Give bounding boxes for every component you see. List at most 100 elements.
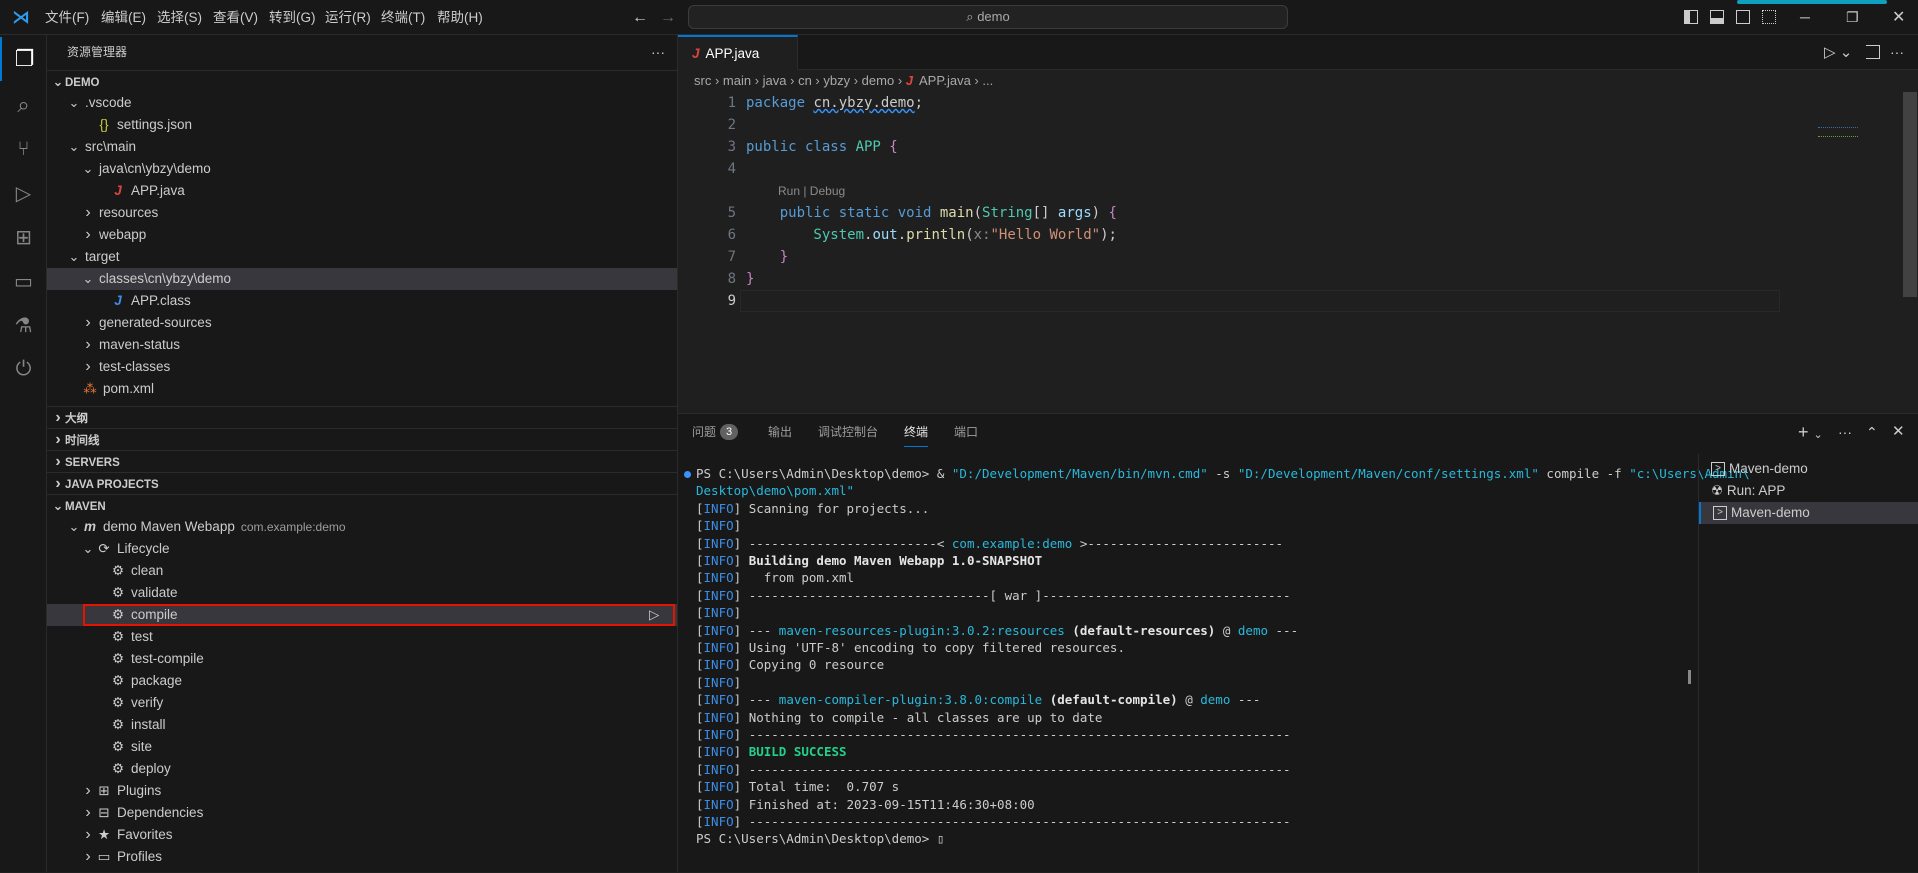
tree-item[interactable]: ⌄ java\cn\ybzy\demo — [47, 158, 677, 180]
tree-item[interactable]: ⁂ pom.xml — [47, 378, 677, 400]
source-control-icon[interactable]: ⑂ — [0, 127, 47, 171]
tree-item[interactable]: ⚙ verify — [47, 692, 677, 714]
breadcrumb-item[interactable]: ybzy — [823, 73, 850, 88]
split-editor-icon[interactable] — [1866, 45, 1880, 59]
panel-tab[interactable]: 输出 — [768, 414, 792, 450]
tree-item[interactable]: › ★ Favorites — [47, 824, 677, 846]
menu-item[interactable]: 文件(F) — [38, 0, 96, 35]
run-debug-icon[interactable]: ▷ — [0, 171, 47, 215]
terminal-list-item[interactable]: > Maven-demo — [1699, 458, 1918, 480]
tab-app-java[interactable]: J APP.java — [678, 35, 798, 70]
item-icon: J — [114, 293, 122, 308]
maximize-panel-icon[interactable]: ⌃ — [1866, 414, 1878, 450]
explorer-icon[interactable]: ❐ — [0, 37, 47, 81]
section-header[interactable]: › 大纲 — [47, 406, 677, 428]
tree-item[interactable]: › ⊞ Plugins — [47, 780, 677, 802]
menu-item[interactable]: 终端(T) — [374, 0, 432, 35]
tree-item[interactable]: ⚙ package — [47, 670, 677, 692]
code-editor[interactable]: 1 package cn.ybzy.demo; 2 3 public class APP… — [678, 92, 1788, 402]
editor-scrollbar[interactable] — [1903, 92, 1917, 297]
remote-explorer-icon[interactable]: ▭ — [0, 259, 47, 303]
tree-item[interactable]: › ▭ Profiles — [47, 846, 677, 868]
section-header[interactable]: › JAVA PROJECTS — [47, 472, 677, 494]
breadcrumb-item[interactable]: cn — [798, 73, 812, 88]
tree-item[interactable]: ⌄ .vscode — [47, 92, 677, 114]
tree-item[interactable]: ⚙ compile ▷ — [47, 604, 677, 626]
tree-item[interactable]: › ⊟ Dependencies — [47, 802, 677, 824]
menu-item[interactable]: 查看(V) — [206, 0, 265, 35]
code-token: String — [982, 205, 1033, 221]
terminal-list-item[interactable]: > Maven-demo — [1699, 502, 1918, 524]
customize-layout-icon[interactable] — [1762, 10, 1776, 24]
menu-item[interactable]: 帮助(H) — [430, 0, 490, 35]
spring-boot-icon[interactable]: ⏻ — [0, 347, 47, 391]
breadcrumb-item[interactable]: java — [763, 73, 787, 88]
breadcrumb-item[interactable]: APP.java — [919, 73, 971, 88]
menu-item[interactable]: 选择(S) — [150, 0, 209, 35]
close-window-button[interactable]: ✕ — [1892, 0, 1905, 35]
toggle-secondary-sidebar-icon[interactable] — [1736, 10, 1750, 24]
terminal-line: [INFO] — [696, 518, 741, 534]
panel-tab[interactable]: 端口 — [954, 414, 978, 450]
terminal-name: Maven-demo — [1729, 461, 1808, 476]
back-arrow-icon[interactable]: ← — [632, 0, 648, 35]
tree-item[interactable]: › test-classes — [47, 356, 677, 378]
terminal-token: ] --------------------------------[ war … — [733, 587, 1291, 603]
restore-button[interactable]: ❐ — [1846, 0, 1859, 35]
testing-icon[interactable]: ⚗ — [0, 303, 47, 347]
breadcrumb-item[interactable]: src — [694, 73, 711, 88]
section-header[interactable]: › SERVERS — [47, 450, 677, 472]
breadcrumb-item[interactable]: demo — [862, 73, 895, 88]
toggle-panel-icon[interactable] — [1710, 10, 1724, 24]
tree-item[interactable]: › maven-status — [47, 334, 677, 356]
tree-item[interactable]: ⌄ m demo Maven Webapp com.example:demo — [47, 516, 677, 538]
section-header[interactable]: ⌄ DEMO — [47, 70, 677, 92]
tree-item[interactable]: › generated-sources — [47, 312, 677, 334]
tree-item[interactable]: ⚙ test — [47, 626, 677, 648]
tree-item[interactable]: › resources — [47, 202, 677, 224]
panel-more-icon[interactable]: ··· — [1838, 414, 1852, 450]
search-icon[interactable]: ⌕ — [0, 83, 47, 127]
codelens-run-debug[interactable]: Run | Debug — [778, 180, 845, 202]
tree-item[interactable]: ⚙ clean — [47, 560, 677, 582]
tree-item[interactable]: ⚙ install — [47, 714, 677, 736]
new-terminal-icon[interactable]: + ⌄ — [1798, 414, 1823, 453]
toggle-sidebar-icon[interactable] — [1684, 10, 1698, 24]
tree-item[interactable]: ⌄ classes\cn\ybzy\demo — [47, 268, 677, 290]
more-actions-button[interactable]: ··· — [651, 35, 665, 70]
close-panel-icon[interactable]: ✕ — [1892, 414, 1905, 450]
tree-item[interactable]: J APP.java — [47, 180, 677, 202]
minimize-button[interactable]: ─ — [1800, 0, 1810, 35]
breadcrumb-item[interactable]: ... — [982, 73, 993, 88]
breadcrumb-item[interactable]: main — [723, 73, 751, 88]
forward-arrow-icon[interactable]: → — [660, 0, 676, 35]
terminal-scrollbar[interactable] — [1688, 670, 1691, 684]
tree-item[interactable]: {} settings.json — [47, 114, 677, 136]
tree-item[interactable]: ⚙ site — [47, 736, 677, 758]
terminal-token: demo — [1237, 622, 1268, 638]
tree-item[interactable]: ⚙ validate — [47, 582, 677, 604]
tree-item[interactable]: ⚙ deploy — [47, 758, 677, 780]
run-java-icon[interactable]: ▷ ⌄ — [1824, 35, 1852, 70]
more-actions-icon[interactable]: ··· — [1890, 35, 1904, 70]
tree-item[interactable]: › webapp — [47, 224, 677, 246]
terminal-token: INFO — [703, 796, 734, 812]
terminal-token: INFO — [703, 535, 734, 551]
terminal-output[interactable]: PS C:\Users\Admin\Desktop\demo> & "D:/De… — [678, 466, 1750, 866]
command-center-search[interactable]: ⌕ demo — [688, 5, 1288, 29]
tree-item[interactable]: ⚙ test-compile — [47, 648, 677, 670]
tree-item[interactable]: ⌄ target — [47, 246, 677, 268]
tree-item[interactable]: ⌄ ⟳ Lifecycle — [47, 538, 677, 560]
terminal-list-item[interactable]: ☢ Run: APP — [1699, 480, 1918, 502]
menu-item[interactable]: 运行(R) — [318, 0, 378, 35]
panel-tab[interactable]: 调试控制台 — [818, 414, 878, 450]
menu-item[interactable]: 转到(G) — [262, 0, 323, 35]
menu-item[interactable]: 编辑(E) — [94, 0, 153, 35]
tree-item[interactable]: ⌄ src\main — [47, 136, 677, 158]
panel-tab[interactable]: 问题 — [692, 414, 716, 450]
tree-item[interactable]: J APP.class — [47, 290, 677, 312]
section-header[interactable]: › 时间线 — [47, 428, 677, 450]
section-header[interactable]: ⌄ MAVEN — [47, 494, 677, 516]
panel-tab[interactable]: 终端 — [904, 417, 929, 447]
extensions-icon[interactable]: ⊞ — [0, 215, 47, 259]
